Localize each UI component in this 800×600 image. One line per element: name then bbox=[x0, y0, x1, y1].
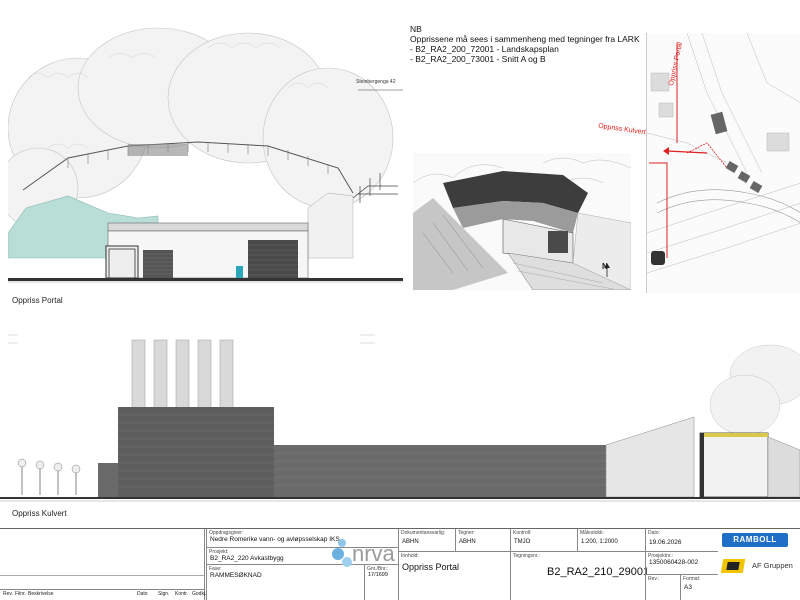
project-value: B2_RA2_220 Avkastbygg bbox=[210, 555, 284, 562]
ramboll-logo: RAMBOLL bbox=[722, 533, 788, 547]
note-line-3: - B2_RA2_200_73001 - Snitt A og B bbox=[410, 54, 546, 64]
rev-col-date: Dato bbox=[137, 591, 148, 597]
north-symbol: N bbox=[602, 262, 608, 271]
ramboll-logo-text: RAMBOLL bbox=[733, 535, 777, 544]
date-cell: Dato: 19.06.2026 bbox=[645, 529, 718, 551]
nrva-logo: nrva bbox=[330, 535, 398, 579]
control-value: TMJO bbox=[514, 539, 531, 545]
note-heading: NB bbox=[410, 24, 422, 34]
drawn-cell: Tegner: ABHN bbox=[455, 529, 510, 551]
rev-col-desc: Beskrivelse bbox=[28, 591, 54, 597]
kulvert-elevation-drawing bbox=[0, 334, 800, 502]
rev-col-sign: Sign. bbox=[158, 591, 170, 597]
portal-caption: Oppriss Portal bbox=[12, 296, 63, 305]
note-line-2: - B2_RA2_200_72001 - Landskapsplan bbox=[410, 44, 559, 54]
perspective-sketch-drawing bbox=[412, 153, 632, 291]
stair-label: Steinbergenga 42 bbox=[356, 79, 396, 85]
rev-col-kontr: Kontr. bbox=[175, 591, 189, 597]
scale-value: 1:200, 1:2000 bbox=[581, 539, 618, 545]
format-value: A3 bbox=[684, 584, 692, 591]
title-block: Rev. Filnr. Beskrivelse Dato Sign. Kontr… bbox=[0, 528, 800, 600]
map-label-kulvert: Oppriss Kulvert bbox=[597, 122, 647, 137]
site-map bbox=[646, 33, 800, 293]
control-cell: Kontroll: TMJO bbox=[510, 529, 577, 551]
project-no-cell: Prosjektnr.: 1350060428-002 bbox=[645, 551, 718, 574]
doc-resp-cell: Dokumentansvarlig: ABHN bbox=[398, 529, 455, 551]
af-gruppen-text: AF Gruppen bbox=[752, 561, 793, 570]
portal-elevation-drawing bbox=[0, 27, 403, 283]
doc-resp-value: ABHN bbox=[402, 539, 419, 545]
kulvert-elevation bbox=[0, 325, 800, 515]
nrva-logo-text: nrva bbox=[352, 541, 395, 566]
kulvert-caption: Oppriss Kulvert bbox=[12, 509, 67, 518]
rev-col-rev: Rev. bbox=[3, 591, 13, 597]
portal-elevation bbox=[0, 18, 403, 318]
content-value: Oppriss Portal bbox=[402, 562, 460, 572]
drawing-no-value: B2_RA2_210_29001 bbox=[547, 566, 650, 578]
client-value: Nedre Romerike vann- og avløpsselskap IK… bbox=[210, 536, 340, 543]
drawing-no-cell: Tegningsnr.: B2_RA2_210_29001 bbox=[510, 551, 649, 600]
note-block: NB Opprissene må sees i sammenheng med t… bbox=[410, 24, 640, 64]
phase-value: RAMMESØKNAD bbox=[210, 572, 262, 579]
date-value: 19.06.2026 bbox=[649, 539, 682, 546]
rev-col-godkj: Godkj. bbox=[192, 591, 207, 597]
drawn-value: ABHN bbox=[459, 539, 476, 545]
nrva-logo-drops bbox=[332, 539, 352, 567]
af-gruppen-logo: AF Gruppen bbox=[720, 559, 798, 575]
revision-table: Rev. Filnr. Beskrivelse Dato Sign. Kontr… bbox=[0, 529, 207, 600]
project-no-value: 1350060428-002 bbox=[649, 559, 699, 566]
rev-col-filnr: Filnr. bbox=[15, 591, 26, 597]
af-logo-mark-inner bbox=[726, 562, 740, 570]
perspective-sketch bbox=[412, 153, 632, 291]
scale-cell: Målestokk: 1:200, 1:2000 bbox=[577, 529, 645, 551]
note-line-1: Opprissene må sees i sammenheng med tegn… bbox=[410, 34, 640, 44]
rev-cell: Rev.: bbox=[645, 574, 680, 600]
content-cell: Innhold: Oppriss Portal bbox=[398, 551, 510, 600]
format-cell: Format: A3 bbox=[680, 574, 718, 600]
